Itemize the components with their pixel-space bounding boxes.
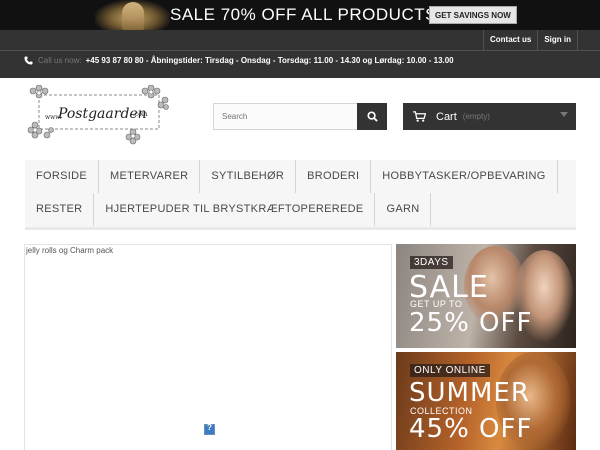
main-content: jelly rolls og Charm pack xyxy=(24,244,392,450)
menu-item-metervarer[interactable]: METERVARER xyxy=(99,160,201,193)
chevron-down-icon xyxy=(560,112,568,117)
call-us-label: Call us now: xyxy=(38,56,82,65)
promo-banner[interactable]: SALE 70% OFF ALL PRODUCTS GET SAVINGS NO… xyxy=(0,0,600,30)
site-logo[interactable]: www. Postgaarden .com xyxy=(25,85,170,145)
broken-image-icon xyxy=(204,423,215,435)
search-input[interactable] xyxy=(214,104,357,129)
cart-icon xyxy=(413,111,426,122)
promo-figure xyxy=(122,2,144,30)
banner-tag: 3DAYS xyxy=(410,256,453,269)
main-menu: FORSIDE METERVARER SYTILBEHØR BRODERI HO… xyxy=(25,160,576,230)
summer-collection-banner[interactable]: ONLY ONLINE SUMMER COLLECTION 45% OFF xyxy=(396,352,576,450)
divider xyxy=(0,50,600,51)
menu-item-rester[interactable]: RESTER xyxy=(25,193,95,226)
promo-headline: SALE 70% OFF ALL PRODUCTS xyxy=(170,5,437,24)
menu-item-sytilbehor[interactable]: SYTILBEHØR xyxy=(200,160,297,193)
menu-item-hjertepuder[interactable]: HJERTEPUDER TIL BRYSTKRÆFTOPEREREDE xyxy=(94,193,376,226)
cart-label: Cart xyxy=(436,110,457,123)
user-links: Contact us Sign in xyxy=(482,30,578,50)
contact-details: +45 93 87 80 80 - Åbningstider: Tirsdag … xyxy=(85,56,454,65)
sale-banner-3days[interactable]: 3DAYS SALE GET UP TO 25% OFF xyxy=(396,244,576,348)
banner-headline: SUMMER xyxy=(409,378,530,408)
search-button[interactable] xyxy=(357,103,387,130)
cart-status: (empty) xyxy=(462,112,490,121)
cart-button[interactable]: Cart (empty) xyxy=(403,103,576,130)
banner-discount: 45% OFF xyxy=(409,414,533,444)
get-savings-button[interactable]: GET SAVINGS NOW xyxy=(429,6,517,24)
menu-item-broderi[interactable]: BRODERI xyxy=(296,160,372,193)
contact-info: Call us now: +45 93 87 80 80 - Åbningsti… xyxy=(24,56,454,65)
banner-tag: ONLY ONLINE xyxy=(410,364,490,377)
banner-discount: 25% OFF xyxy=(409,308,533,338)
logo-suffix: .com xyxy=(133,111,148,118)
menu-item-garn[interactable]: GARN xyxy=(375,193,432,226)
menu-item-forside[interactable]: FORSIDE xyxy=(25,160,99,193)
contact-us-link[interactable]: Contact us xyxy=(482,30,537,50)
menu-item-hobbytasker[interactable]: HOBBYTASKER/OPBEVARING xyxy=(371,160,558,193)
sign-in-link[interactable]: Sign in xyxy=(537,30,578,50)
menu-row: RESTER HJERTEPUDER TIL BRYSTKRÆFTOPERERE… xyxy=(25,193,432,226)
search-icon xyxy=(366,111,378,122)
search-box xyxy=(213,103,387,130)
top-bar: Contact us Sign in Call us now: +45 93 8… xyxy=(0,30,600,78)
page-title: jelly rolls og Charm pack xyxy=(26,246,114,255)
menu-row: FORSIDE METERVARER SYTILBEHØR BRODERI HO… xyxy=(25,160,558,193)
phone-icon xyxy=(24,56,33,65)
